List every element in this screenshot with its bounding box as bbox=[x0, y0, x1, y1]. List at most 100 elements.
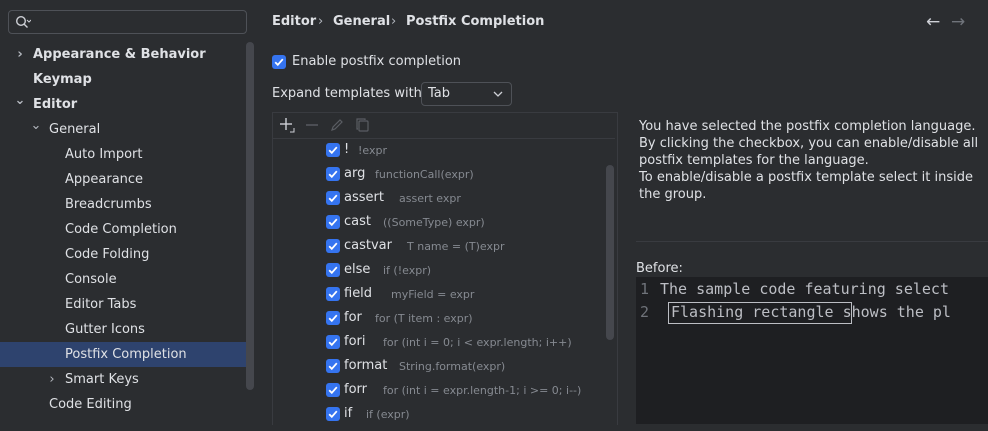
template-checkbox[interactable] bbox=[326, 383, 340, 397]
remove-icon[interactable] bbox=[304, 117, 320, 133]
template-key: ! bbox=[344, 142, 350, 157]
template-example: for (int i = expr.length-1; i >= 0; i--) bbox=[383, 384, 582, 397]
code-text: The sample code featuring select bbox=[660, 280, 949, 298]
sidebar-item-appearance-behavior[interactable]: › Appearance & Behavior bbox=[0, 42, 254, 67]
sidebar-item-label: Keymap bbox=[33, 72, 92, 87]
checkmark-icon bbox=[274, 58, 284, 67]
checkmark-icon bbox=[328, 386, 338, 395]
sidebar-item-label: Code Completion bbox=[65, 222, 177, 237]
template-checkbox[interactable] bbox=[326, 407, 340, 421]
template-key: forr bbox=[344, 382, 367, 397]
description-line: By clicking the checkbox, you can enable… bbox=[639, 136, 979, 151]
sidebar-item-appearance[interactable]: Appearance bbox=[0, 167, 254, 192]
chevron-right-icon[interactable]: › bbox=[46, 367, 58, 392]
sidebar-item-console[interactable]: Console bbox=[0, 267, 254, 292]
sidebar-item-label: Smart Keys bbox=[65, 372, 139, 387]
sidebar-item-label: Code Editing bbox=[49, 397, 132, 412]
sidebar-item-gutter-icons[interactable]: Gutter Icons bbox=[0, 317, 254, 342]
checkmark-icon bbox=[328, 314, 338, 323]
sidebar-item-code-completion[interactable]: Code Completion bbox=[0, 217, 254, 242]
templates-toolbar bbox=[273, 113, 615, 139]
sidebar-item-label: Gutter Icons bbox=[65, 322, 145, 337]
sidebar-item-keymap[interactable]: Keymap bbox=[0, 67, 254, 92]
add-icon[interactable] bbox=[279, 117, 295, 133]
checkmark-icon bbox=[328, 218, 338, 227]
sidebar-item-label: Console bbox=[65, 272, 117, 287]
template-key: else bbox=[344, 262, 371, 277]
back-arrow-icon[interactable]: ← bbox=[926, 12, 940, 32]
description-line: the group. bbox=[639, 187, 707, 202]
sidebar-item-smart-keys[interactable]: › Smart Keys bbox=[0, 367, 254, 392]
template-checkbox[interactable] bbox=[326, 215, 340, 229]
forward-arrow-icon[interactable]: → bbox=[951, 12, 965, 32]
breadcrumb-general[interactable]: General bbox=[333, 14, 390, 29]
sidebar-item-postfix-completion[interactable]: Postfix Completion bbox=[0, 342, 254, 367]
sidebar-item-code-folding[interactable]: Code Folding bbox=[0, 242, 254, 267]
templates-scrollbar[interactable] bbox=[606, 165, 614, 340]
enable-postfix-checkbox[interactable] bbox=[272, 55, 286, 69]
expand-key-select[interactable]: Tab bbox=[421, 82, 512, 106]
sidebar-item-label: Appearance & Behavior bbox=[33, 47, 206, 62]
template-example: for (T item : expr) bbox=[375, 312, 473, 325]
search-input[interactable] bbox=[8, 10, 247, 34]
template-example: String.format(expr) bbox=[399, 360, 506, 373]
copy-icon[interactable] bbox=[355, 117, 371, 133]
checkmark-icon bbox=[328, 266, 338, 275]
template-example: functionCall(expr) bbox=[375, 168, 474, 181]
chevron-down-icon[interactable]: ⌄ bbox=[14, 88, 26, 113]
breadcrumb-editor[interactable]: Editor bbox=[272, 14, 316, 29]
breadcrumb-separator: › bbox=[318, 14, 324, 29]
sidebar-item-breadcrumbs[interactable]: Breadcrumbs bbox=[0, 192, 254, 217]
sidebar-scrollbar[interactable] bbox=[246, 42, 254, 390]
description-line: You have selected the postfix completion… bbox=[639, 119, 976, 134]
sidebar-item-code-editing[interactable]: Code Editing bbox=[0, 392, 254, 417]
template-checkbox[interactable] bbox=[326, 359, 340, 373]
template-key: arg bbox=[344, 166, 366, 181]
edit-icon[interactable] bbox=[329, 117, 345, 133]
checkmark-icon bbox=[328, 362, 338, 371]
enable-postfix-label[interactable]: Enable postfix completion bbox=[292, 54, 461, 69]
template-checkbox[interactable] bbox=[326, 311, 340, 325]
before-label: Before: bbox=[636, 261, 683, 276]
template-checkbox[interactable] bbox=[326, 191, 340, 205]
template-checkbox[interactable] bbox=[326, 335, 340, 349]
chevron-down-icon[interactable]: ⌄ bbox=[30, 113, 42, 138]
checkmark-icon bbox=[328, 146, 338, 155]
template-example: if (expr) bbox=[366, 408, 410, 421]
breadcrumb-separator: › bbox=[391, 14, 397, 29]
expand-templates-label: Expand templates with bbox=[272, 86, 422, 101]
template-checkbox[interactable] bbox=[326, 143, 340, 157]
template-key: fori bbox=[344, 334, 366, 349]
template-example: assert expr bbox=[399, 192, 461, 205]
checkmark-icon bbox=[328, 290, 338, 299]
settings-sidebar: › Appearance & Behavior Keymap ⌄ Editor … bbox=[0, 0, 262, 424]
template-key: format bbox=[344, 358, 388, 373]
template-key: cast bbox=[344, 214, 371, 229]
template-key: field bbox=[344, 286, 373, 301]
checkmark-icon bbox=[328, 170, 338, 179]
chevron-right-icon[interactable]: › bbox=[14, 42, 26, 67]
template-example: if (!expr) bbox=[383, 264, 432, 277]
description-line: To enable/disable a postfix template sel… bbox=[639, 170, 973, 185]
sidebar-item-label: Appearance bbox=[65, 172, 144, 187]
template-checkbox[interactable] bbox=[326, 263, 340, 277]
template-checkbox[interactable] bbox=[326, 167, 340, 181]
sidebar-item-label: General bbox=[49, 122, 101, 137]
sidebar-item-general[interactable]: ⌄ General bbox=[0, 117, 254, 142]
sidebar-item-label: Editor Tabs bbox=[65, 297, 137, 312]
line-number: 2 bbox=[640, 303, 650, 321]
template-checkbox[interactable] bbox=[326, 239, 340, 253]
sidebar-item-auto-import[interactable]: Auto Import bbox=[0, 142, 254, 167]
template-key: assert bbox=[344, 190, 384, 205]
template-checkbox[interactable] bbox=[326, 287, 340, 301]
sidebar-item-label: Auto Import bbox=[65, 147, 143, 162]
template-key: if bbox=[344, 406, 353, 421]
template-example: myField = expr bbox=[391, 288, 475, 301]
chevron-down-icon bbox=[493, 91, 503, 97]
sidebar-item-editor-tabs[interactable]: Editor Tabs bbox=[0, 292, 254, 317]
search-icon bbox=[15, 15, 31, 28]
breadcrumb-postfix-completion: Postfix Completion bbox=[406, 14, 545, 29]
checkmark-icon bbox=[328, 194, 338, 203]
templates-panel bbox=[272, 112, 618, 425]
sidebar-item-label: Breadcrumbs bbox=[65, 197, 152, 212]
